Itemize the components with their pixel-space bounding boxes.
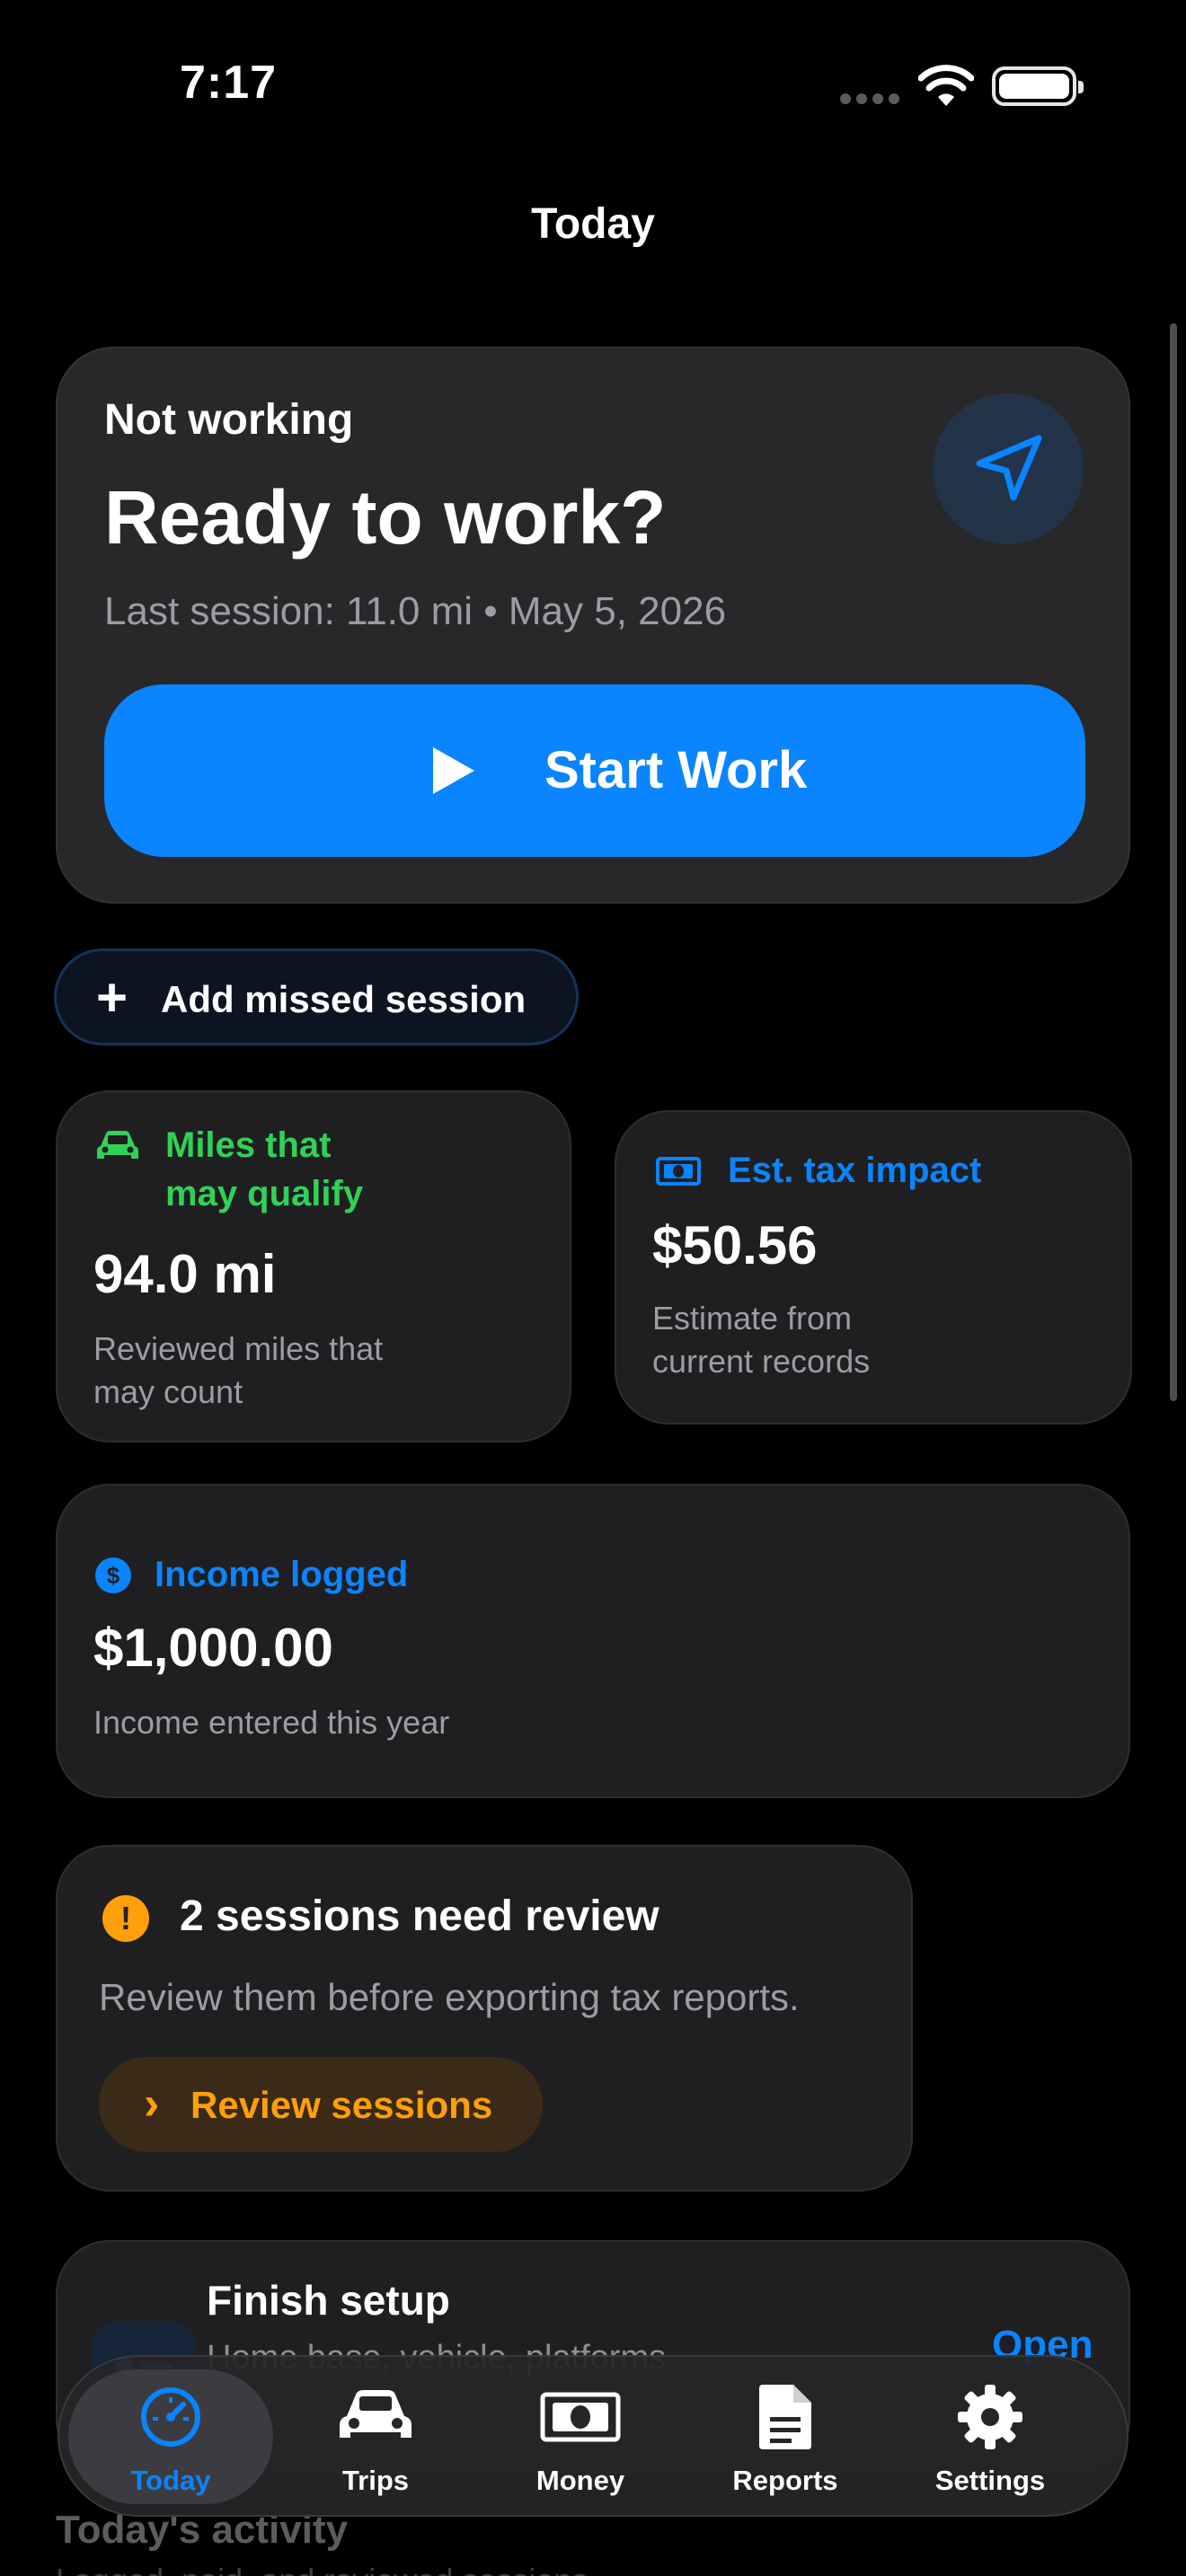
miles-card[interactable]: Miles that may qualify 94.0 mi Reviewed … (56, 1090, 571, 1442)
cellular-signal-icon (840, 93, 901, 104)
play-icon (433, 747, 474, 794)
income-note: Income entered this year (93, 1704, 450, 1741)
review-sessions-label: Review sessions (190, 2084, 493, 2126)
income-card[interactable]: $ Income logged $1,000.00 Income entered… (56, 1484, 1130, 1798)
tab-reports-label: Reports (732, 2465, 838, 2496)
location-button[interactable] (933, 393, 1084, 544)
work-status-card: Not working Ready to work? Last session:… (56, 347, 1130, 904)
plus-icon: + (96, 967, 128, 1028)
battery-icon (992, 66, 1084, 106)
tax-note-line1: Estimate from (652, 1300, 853, 1337)
tax-value: $50.56 (652, 1215, 818, 1275)
setup-title: Finish setup (207, 2277, 450, 2324)
tab-trips-label: Trips (341, 2465, 410, 2496)
gear-icon (958, 2385, 1022, 2449)
document-icon (759, 2385, 811, 2449)
today-screen: 7:17 Today Not working Ready to work? La… (0, 0, 1186, 2576)
miles-note-line2: may count (93, 1373, 243, 1410)
tax-impact-card[interactable]: Est. tax impact $50.56 Estimate from cur… (615, 1110, 1132, 1425)
tab-settings-label: Settings (934, 2465, 1046, 2496)
start-work-label: Start Work (544, 741, 808, 799)
work-status-label: Not working (104, 396, 354, 444)
review-needed-card: ! 2 sessions need review Review them bef… (56, 1845, 913, 2192)
add-missed-session-button[interactable]: + Add missed session (54, 948, 579, 1045)
tab-money-label: Money (535, 2465, 625, 2496)
tax-note-line2: current records (652, 1343, 871, 1380)
car-icon (340, 2390, 412, 2438)
miles-label-line2: may qualify (165, 1174, 364, 1213)
banknote-icon (656, 1157, 701, 1186)
review-title: 2 sessions need review (180, 1892, 659, 1940)
activity-section-subtitle: Logged, paid, and reviewed sessions (56, 2562, 588, 2576)
location-arrow-icon (976, 435, 1042, 501)
miles-value: 94.0 mi (93, 1244, 277, 1304)
miles-note-line1: Reviewed miles that (93, 1330, 384, 1367)
tab-today[interactable]: Today (68, 2369, 273, 2504)
review-subtitle: Review them before exporting tax reports… (99, 1976, 800, 2018)
tab-money[interactable]: Money (478, 2369, 683, 2504)
income-label: Income logged (155, 1555, 409, 1594)
page-title: Today (531, 200, 655, 248)
status-time: 7:17 (180, 57, 278, 109)
speedometer-icon (141, 2387, 200, 2447)
dollar-circle-icon: $ (95, 1557, 131, 1593)
miles-label-line1: Miles that (165, 1125, 332, 1165)
add-missed-session-label: Add missed session (161, 978, 527, 1020)
chevron-right-icon: › (144, 2078, 160, 2130)
income-value: $1,000.00 (93, 1618, 333, 1678)
review-sessions-button[interactable]: › Review sessions (99, 2057, 543, 2152)
tax-label: Est. tax impact (728, 1151, 982, 1190)
tab-today-label: Today (130, 2465, 211, 2496)
banknote-icon (540, 2392, 621, 2442)
car-icon (97, 1131, 138, 1159)
tab-bar: Today Trips Money Reports Settings (58, 2355, 1128, 2517)
wifi-icon (918, 65, 974, 106)
tab-reports[interactable]: Reports (683, 2369, 888, 2504)
hero-title: Ready to work? (104, 475, 667, 560)
warning-icon: ! (102, 1895, 149, 1942)
start-work-button[interactable]: Start Work (104, 684, 1085, 857)
tab-settings[interactable]: Settings (888, 2369, 1093, 2504)
tab-trips[interactable]: Trips (273, 2369, 478, 2504)
last-session-text: Last session: 11.0 mi • May 5, 2026 (104, 589, 727, 633)
scrollbar[interactable] (1170, 323, 1177, 1401)
